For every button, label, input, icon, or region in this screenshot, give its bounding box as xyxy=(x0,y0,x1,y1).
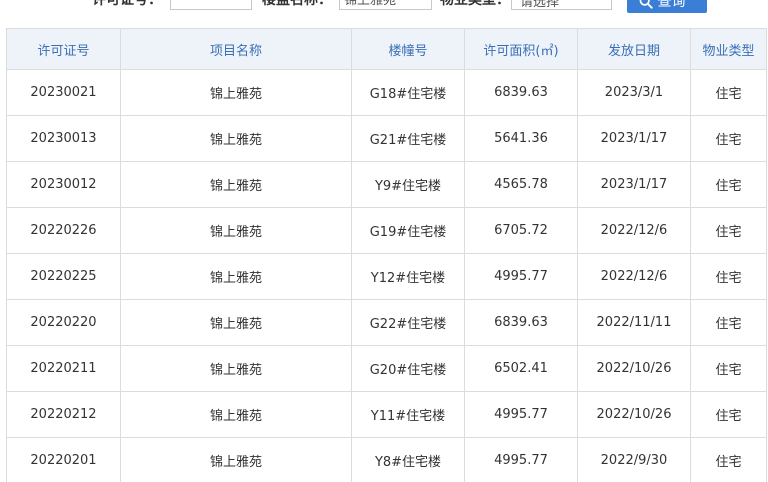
table-row[interactable]: 20220220 锦上雅苑 G22#住宅楼 6839.63 2022/11/11… xyxy=(6,299,767,346)
header-building-number[interactable]: 楼幢号 xyxy=(351,28,465,70)
cell-project-name: 锦上雅苑 xyxy=(120,207,352,254)
cell-project-name: 锦上雅苑 xyxy=(120,115,352,162)
cell-issue-date: 2023/3/1 xyxy=(577,69,691,116)
cell-building-number: Y8#住宅楼 xyxy=(351,437,465,482)
cell-property-type: 住宅 xyxy=(690,253,767,300)
results-table-container: 许可证号 项目名称 楼幢号 许可面积(㎡) 发放日期 物业类型 20230021… xyxy=(6,28,767,482)
cell-building-number: G21#住宅楼 xyxy=(351,115,465,162)
cell-permit-area: 4995.77 xyxy=(464,437,578,482)
permit-number-input-box xyxy=(170,0,252,10)
cell-permit-area: 5641.36 xyxy=(464,115,578,162)
table-row[interactable]: 20230013 锦上雅苑 G21#住宅楼 5641.36 2023/1/17 … xyxy=(6,115,767,162)
header-property-type[interactable]: 物业类型 xyxy=(690,28,767,70)
table-row[interactable]: 20220226 锦上雅苑 G19#住宅楼 6705.72 2022/12/6 … xyxy=(6,207,767,254)
cell-issue-date: 2022/12/6 xyxy=(577,253,691,300)
cell-issue-date: 2023/1/17 xyxy=(577,161,691,208)
cell-building-number: G22#住宅楼 xyxy=(351,299,465,346)
cell-permit-area: 6839.63 xyxy=(464,69,578,116)
header-project-name[interactable]: 项目名称 xyxy=(120,28,352,70)
building-name-label: 楼盘名称： xyxy=(262,0,332,8)
permit-number-input[interactable] xyxy=(171,0,251,9)
cell-issue-date: 2022/10/26 xyxy=(577,345,691,392)
cell-permit-number: 20220226 xyxy=(6,207,121,254)
header-permit-area[interactable]: 许可面积(㎡) xyxy=(464,28,578,70)
table-row[interactable]: 20220211 锦上雅苑 G20#住宅楼 6502.41 2022/10/26… xyxy=(6,345,767,392)
permit-query-page: 许可证号： 楼盘名称： 物业类型： 请选择 ▼ 查询 xyxy=(0,0,768,482)
table-row[interactable]: 20230012 锦上雅苑 Y9#住宅楼 4565.78 2023/1/17 住… xyxy=(6,161,767,208)
cell-property-type: 住宅 xyxy=(690,345,767,392)
cell-property-type: 住宅 xyxy=(690,299,767,346)
cell-property-type: 住宅 xyxy=(690,115,767,162)
results-table: 许可证号 项目名称 楼幢号 许可面积(㎡) 发放日期 物业类型 20230021… xyxy=(6,28,767,482)
cell-building-number: Y12#住宅楼 xyxy=(351,253,465,300)
cell-permit-number: 20230021 xyxy=(6,69,121,116)
cell-permit-number: 20220201 xyxy=(6,437,121,482)
cell-permit-area: 6839.63 xyxy=(464,299,578,346)
cell-building-number: Y9#住宅楼 xyxy=(351,161,465,208)
cell-issue-date: 2022/11/11 xyxy=(577,299,691,346)
cell-property-type: 住宅 xyxy=(690,391,767,438)
cell-building-number: G20#住宅楼 xyxy=(351,345,465,392)
header-issue-date[interactable]: 发放日期 xyxy=(577,28,691,70)
building-name-input-box xyxy=(339,0,432,10)
cell-project-name: 锦上雅苑 xyxy=(120,253,352,300)
chevron-down-icon: ▼ xyxy=(597,0,605,2)
table-row[interactable]: 20230021 锦上雅苑 G18#住宅楼 6839.63 2023/3/1 住… xyxy=(6,69,767,116)
cell-permit-area: 4995.77 xyxy=(464,391,578,438)
cell-permit-area: 4565.78 xyxy=(464,161,578,208)
cell-permit-number: 20220220 xyxy=(6,299,121,346)
cell-issue-date: 2022/10/26 xyxy=(577,391,691,438)
cell-property-type: 住宅 xyxy=(690,69,767,116)
table-header-row: 许可证号 项目名称 楼幢号 许可面积(㎡) 发放日期 物业类型 xyxy=(6,28,767,70)
cell-property-type: 住宅 xyxy=(690,437,767,482)
search-bar: 许可证号： 楼盘名称： 物业类型： 请选择 ▼ 查询 xyxy=(0,0,768,14)
cell-building-number: G19#住宅楼 xyxy=(351,207,465,254)
property-type-select[interactable]: 请选择 ▼ xyxy=(511,0,612,10)
cell-permit-area: 6502.41 xyxy=(464,345,578,392)
cell-issue-date: 2022/9/30 xyxy=(577,437,691,482)
cell-project-name: 锦上雅苑 xyxy=(120,299,352,346)
cell-project-name: 锦上雅苑 xyxy=(120,69,352,116)
cell-permit-area: 4995.77 xyxy=(464,253,578,300)
cell-project-name: 锦上雅苑 xyxy=(120,345,352,392)
cell-permit-number: 20220225 xyxy=(6,253,121,300)
cell-building-number: Y11#住宅楼 xyxy=(351,391,465,438)
building-name-input[interactable] xyxy=(340,0,431,9)
cell-project-name: 锦上雅苑 xyxy=(120,437,352,482)
cell-property-type: 住宅 xyxy=(690,207,767,254)
table-row[interactable]: 20220212 锦上雅苑 Y11#住宅楼 4995.77 2022/10/26… xyxy=(6,391,767,438)
cell-property-type: 住宅 xyxy=(690,161,767,208)
property-type-selected-value: 请选择 xyxy=(520,0,560,10)
cell-permit-area: 6705.72 xyxy=(464,207,578,254)
table-row[interactable]: 20220201 锦上雅苑 Y8#住宅楼 4995.77 2022/9/30 住… xyxy=(6,437,767,482)
cell-permit-number: 20230012 xyxy=(6,161,121,208)
header-permit-number[interactable]: 许可证号 xyxy=(6,28,121,70)
permit-number-label: 许可证号： xyxy=(92,0,162,8)
table-row[interactable]: 20220225 锦上雅苑 Y12#住宅楼 4995.77 2022/12/6 … xyxy=(6,253,767,300)
cell-issue-date: 2022/12/6 xyxy=(577,207,691,254)
cell-issue-date: 2023/1/17 xyxy=(577,115,691,162)
cell-permit-number: 20220211 xyxy=(6,345,121,392)
query-button[interactable]: 查询 xyxy=(627,0,707,13)
property-type-label: 物业类型： xyxy=(440,0,510,8)
cell-permit-number: 20230013 xyxy=(6,115,121,162)
search-icon xyxy=(639,0,653,9)
cell-project-name: 锦上雅苑 xyxy=(120,391,352,438)
query-button-label: 查询 xyxy=(657,0,686,10)
cell-project-name: 锦上雅苑 xyxy=(120,161,352,208)
cell-building-number: G18#住宅楼 xyxy=(351,69,465,116)
cell-permit-number: 20220212 xyxy=(6,391,121,438)
